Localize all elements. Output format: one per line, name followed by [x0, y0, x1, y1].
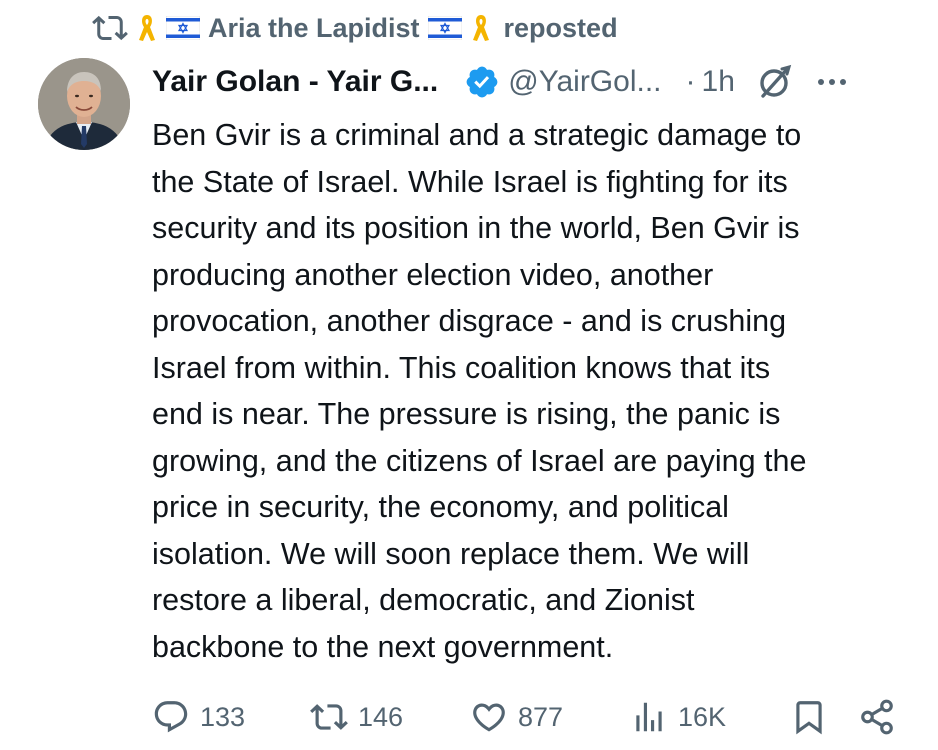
yellow-ribbon-icon: [470, 13, 492, 43]
author-handle[interactable]: @YairGol...: [508, 65, 661, 99]
share-button[interactable]: [858, 690, 896, 744]
post-time[interactable]: 1h: [702, 65, 735, 99]
like-count: 877: [518, 701, 564, 732]
views-count: 16K: [678, 701, 727, 732]
post-text: Ben Gvir is a criminal and a strategic d…: [152, 118, 807, 664]
reply-button[interactable]: 133: [152, 690, 245, 744]
reply-icon: [154, 701, 188, 733]
views-button[interactable]: 16K: [630, 690, 726, 744]
like-button[interactable]: 877: [470, 690, 563, 744]
post-actions: 133 146 877 16K: [152, 690, 912, 744]
yellow-ribbon-icon: [136, 13, 158, 43]
author-display-name[interactable]: Yair Golan - Yair G...: [152, 65, 438, 99]
heart-icon: [473, 703, 505, 732]
verified-badge-icon[interactable]: [464, 64, 500, 100]
avatar[interactable]: [38, 58, 130, 150]
reposted-label: reposted: [503, 12, 618, 43]
share-icon: [861, 699, 893, 735]
grok-icon[interactable]: [755, 62, 795, 102]
post-header: Yair Golan - Yair G... @YairGol... · 1h: [152, 56, 922, 108]
bookmark-icon: [796, 701, 822, 735]
repost-count: 146: [358, 701, 404, 732]
separator-dot: ·: [685, 65, 696, 98]
israel-flag-icon: [165, 15, 201, 41]
avatar-image: [38, 58, 130, 150]
repost-context-icon: [92, 10, 128, 46]
repost-button[interactable]: 146: [310, 690, 403, 744]
views-icon: [636, 702, 662, 732]
more-icon[interactable]: [815, 65, 849, 99]
reposter-name[interactable]: Aria the Lapidist: [208, 13, 420, 44]
reply-count: 133: [200, 701, 246, 732]
repost-context[interactable]: Aria the Lapidist reposted: [92, 6, 618, 50]
bookmark-button[interactable]: [790, 690, 828, 744]
israel-flag-icon: [427, 15, 462, 41]
repost-icon: [310, 704, 348, 730]
